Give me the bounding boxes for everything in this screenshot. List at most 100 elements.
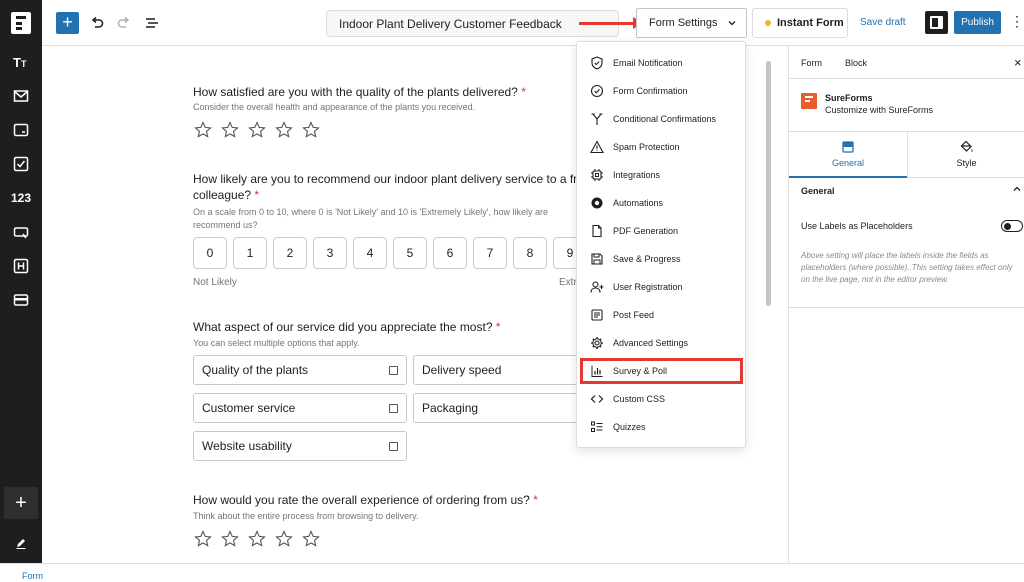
- menu-item-form-confirmation[interactable]: Form Confirmation: [577, 78, 745, 104]
- tab-form[interactable]: Form: [801, 58, 822, 68]
- required-marker: *: [495, 320, 501, 334]
- nps-option[interactable]: 0: [193, 237, 227, 269]
- nps-option[interactable]: 2: [273, 237, 307, 269]
- tab-general[interactable]: General: [789, 132, 907, 178]
- add-block-button[interactable]: +: [4, 487, 38, 519]
- save-draft-button[interactable]: Save draft: [860, 17, 906, 28]
- menu-item-custom-css[interactable]: Custom CSS: [577, 386, 745, 412]
- chip-icon: [589, 167, 605, 183]
- warning-icon: [589, 139, 605, 155]
- save-icon: [589, 251, 605, 267]
- labels-as-placeholders-label: Use Labels as Placeholders: [801, 221, 913, 231]
- star-icon[interactable]: [302, 121, 320, 139]
- list-icon: [589, 419, 605, 435]
- checkbox-option[interactable]: Packaging: [413, 393, 583, 423]
- checkbox-icon[interactable]: [0, 150, 42, 178]
- menu-item-automations[interactable]: Automations: [577, 190, 745, 216]
- list-view-icon[interactable]: [142, 13, 162, 33]
- option-label: Delivery speed: [422, 363, 502, 377]
- number-label: 123: [10, 191, 32, 205]
- bar-chart-icon: [589, 363, 605, 379]
- editor-app: TT 123 + + Indoor Plant Delivery Custome…: [0, 0, 1024, 582]
- checkbox-option[interactable]: Delivery speed: [413, 355, 583, 385]
- star-icon[interactable]: [221, 530, 239, 548]
- edit-pen-icon[interactable]: [0, 532, 42, 554]
- sureforms-logo-icon[interactable]: [11, 12, 31, 34]
- question-2-text: colleague?: [193, 188, 252, 202]
- status-bar: Form: [0, 563, 1024, 582]
- star-icon[interactable]: [248, 530, 266, 548]
- form-settings-button[interactable]: Form Settings: [636, 8, 747, 38]
- menu-item-save-progress[interactable]: Save & Progress: [577, 246, 745, 272]
- checkbox-icon[interactable]: [389, 403, 398, 413]
- star-icon[interactable]: [194, 530, 212, 548]
- sureforms-brand: SureForms Customize with SureForms: [801, 91, 1021, 129]
- tab-block[interactable]: Block: [845, 58, 867, 68]
- menu-item-post-feed[interactable]: Post Feed: [577, 302, 745, 328]
- checkbox-option[interactable]: Quality of the plants: [193, 355, 407, 385]
- nps-option[interactable]: 5: [393, 237, 427, 269]
- menu-item-user-registration[interactable]: User Registration: [577, 274, 745, 300]
- breadcrumb[interactable]: Form: [22, 571, 43, 581]
- email-icon[interactable]: [0, 82, 42, 110]
- more-options-icon[interactable]: ⋮: [1010, 13, 1024, 33]
- required-marker: *: [254, 188, 260, 202]
- card-icon[interactable]: [0, 286, 42, 314]
- nps-option[interactable]: 8: [513, 237, 547, 269]
- general-section-heading[interactable]: General: [801, 186, 1021, 196]
- star-icon[interactable]: [275, 121, 293, 139]
- menu-item-label: Post Feed: [613, 310, 655, 320]
- settings-panel-icon[interactable]: [925, 11, 948, 34]
- nps-low-label: Not Likely: [193, 277, 237, 288]
- menu-item-label: Advanced Settings: [613, 338, 689, 348]
- nps-option[interactable]: 4: [353, 237, 387, 269]
- text-icon[interactable]: TT: [0, 48, 42, 76]
- paint-bucket-icon: [960, 140, 973, 152]
- menu-item-integrations[interactable]: Integrations: [577, 162, 745, 188]
- tab-style[interactable]: Style: [907, 132, 1024, 178]
- star-icon[interactable]: [302, 530, 320, 548]
- star-icon[interactable]: [221, 121, 239, 139]
- nps-option[interactable]: 7: [473, 237, 507, 269]
- checkbox-option[interactable]: Website usability: [193, 431, 407, 461]
- labels-as-placeholders-toggle[interactable]: [1001, 220, 1023, 232]
- star-icon[interactable]: [194, 121, 212, 139]
- nps-option[interactable]: 3: [313, 237, 347, 269]
- status-dot-icon: [765, 20, 771, 26]
- menu-item-advanced-settings[interactable]: Advanced Settings: [577, 330, 745, 356]
- canvas-scrollbar[interactable]: [763, 57, 773, 557]
- number-icon[interactable]: 123: [0, 184, 42, 212]
- scrollbar-thumb[interactable]: [766, 61, 771, 306]
- menu-item-email-notification[interactable]: Email Notification: [577, 50, 745, 76]
- menu-item-pdf-generation[interactable]: PDF Generation: [577, 218, 745, 244]
- checkbox-icon[interactable]: [389, 441, 398, 451]
- menu-item-survey-poll[interactable]: Survey & Poll: [580, 358, 743, 384]
- nps-option[interactable]: 1: [233, 237, 267, 269]
- option-label: Packaging: [422, 401, 479, 415]
- star-icon[interactable]: [248, 121, 266, 139]
- settings-panel: Form Block × SureForms Customize with Su…: [788, 46, 1024, 563]
- nps-option[interactable]: 6: [433, 237, 467, 269]
- heading-icon[interactable]: [0, 252, 42, 280]
- annotation-arrow: [579, 17, 643, 29]
- question-2-help-line1: On a scale from 0 to 10, where 0 is 'Not…: [193, 207, 549, 217]
- menu-item-conditional-confirmations[interactable]: Conditional Confirmations: [577, 106, 745, 132]
- chevron-up-icon[interactable]: [1012, 184, 1022, 194]
- close-icon[interactable]: ×: [1014, 55, 1022, 70]
- checkbox-option[interactable]: Customer service: [193, 393, 407, 423]
- menu-item-quizzes[interactable]: Quizzes: [577, 414, 745, 440]
- input-icon[interactable]: [0, 116, 42, 144]
- publish-button[interactable]: Publish: [954, 11, 1001, 34]
- button-icon[interactable]: [0, 218, 42, 246]
- star-icon[interactable]: [275, 530, 293, 548]
- menu-item-label: Form Confirmation: [613, 86, 688, 96]
- menu-item-label: Email Notification: [613, 58, 683, 68]
- menu-item-spam-protection[interactable]: Spam Protection: [577, 134, 745, 160]
- block-inserter-button[interactable]: +: [56, 12, 79, 34]
- instant-form-button[interactable]: Instant Form: [752, 8, 848, 38]
- undo-icon[interactable]: [87, 13, 107, 33]
- redo-icon[interactable]: [114, 13, 134, 33]
- form-title-field[interactable]: Indoor Plant Delivery Customer Feedback: [326, 10, 619, 37]
- checkbox-icon[interactable]: [389, 365, 398, 375]
- option-label: Website usability: [202, 439, 292, 453]
